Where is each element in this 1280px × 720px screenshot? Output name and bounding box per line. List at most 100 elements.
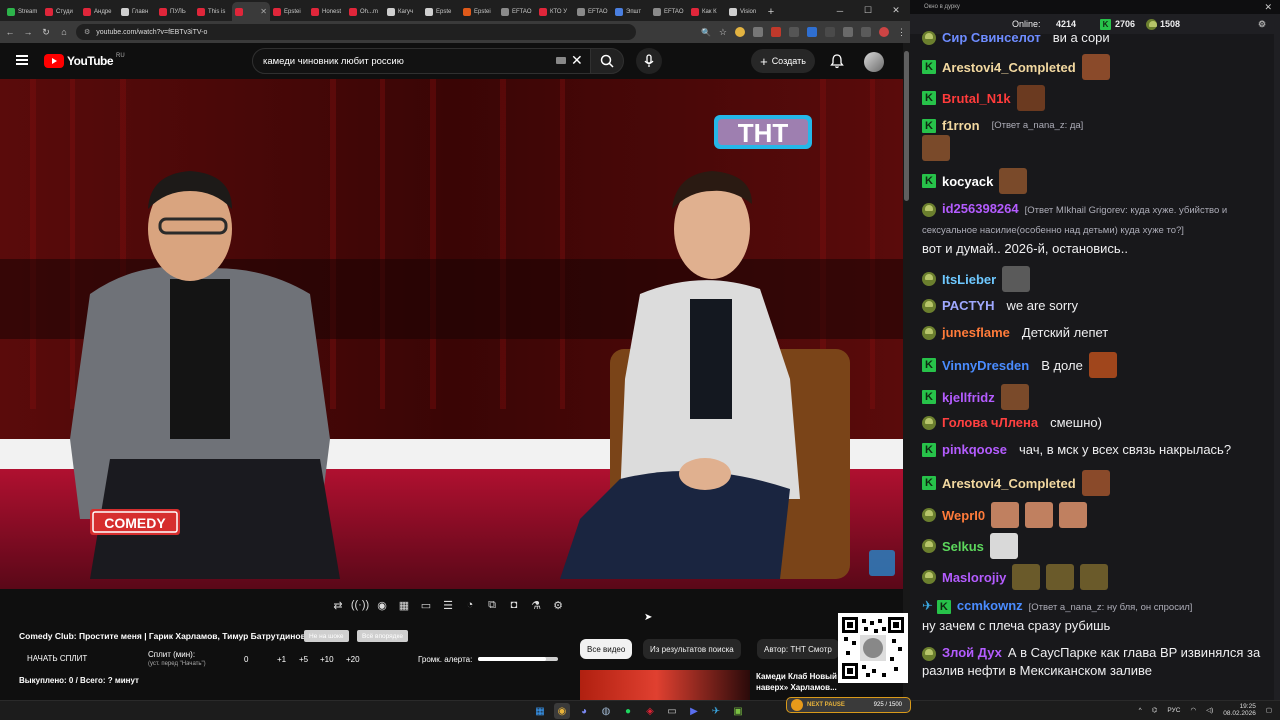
- status-pill-1[interactable]: Не на шоке: [304, 630, 349, 642]
- browser-tab[interactable]: EFTAO: [574, 2, 612, 21]
- browser-tab[interactable]: Как К: [688, 2, 726, 21]
- new-tab-button[interactable]: +: [764, 2, 778, 21]
- tab-close-icon[interactable]: ✕: [260, 7, 267, 16]
- minimize-button[interactable]: ─: [826, 0, 854, 21]
- create-button[interactable]: + Создать: [751, 49, 815, 73]
- notifications-bell-icon[interactable]: [830, 54, 844, 74]
- browser-tab[interactable]: КТО У: [536, 2, 574, 21]
- scrollbar-thumb[interactable]: [904, 51, 909, 201]
- extension-icon-2[interactable]: [753, 27, 763, 37]
- reload-icon[interactable]: ↻: [40, 27, 52, 38]
- youtube-logo[interactable]: YouTube RU: [44, 53, 125, 68]
- back-icon[interactable]: ←: [4, 27, 16, 37]
- notification-icon[interactable]: ▢: [1266, 706, 1272, 714]
- browser-tab[interactable]: Студи: [42, 2, 80, 21]
- clear-search-icon[interactable]: ✕: [571, 52, 583, 69]
- chip-all-videos[interactable]: Все видео: [580, 639, 633, 659]
- hamburger-menu-icon[interactable]: [16, 55, 28, 65]
- zoom-icon[interactable]: 🔍: [701, 28, 711, 37]
- browser-tab[interactable]: ✕: [232, 2, 270, 21]
- chat-username[interactable]: VinnyDresden: [942, 358, 1029, 373]
- resize-icon[interactable]: ▭: [418, 598, 434, 612]
- record-icon[interactable]: ◉: [374, 598, 390, 612]
- search-button[interactable]: [590, 48, 624, 74]
- wifi-icon[interactable]: ◠: [1190, 706, 1196, 714]
- app-icon-8[interactable]: ▶: [686, 703, 702, 719]
- start-split-button[interactable]: НАЧАТЬ СПЛИТ: [27, 654, 87, 663]
- maximize-button[interactable]: ☐: [854, 0, 882, 21]
- chat-username[interactable]: ItsLieber: [942, 272, 996, 287]
- increment-10-button[interactable]: +10: [320, 655, 334, 664]
- site-info-icon[interactable]: ⚙: [84, 28, 90, 36]
- chat-username[interactable]: Сир Свинселот: [942, 30, 1041, 45]
- browser-tab[interactable]: EFTAO: [650, 2, 688, 21]
- bookmark-star-icon[interactable]: ☆: [719, 27, 727, 38]
- url-field[interactable]: ⚙ youtube.com/watch?v=fEBTv3iTV-o: [76, 24, 636, 40]
- increment-1-button[interactable]: +1: [277, 655, 286, 664]
- home-icon[interactable]: ⌂: [58, 27, 70, 37]
- screenshot-icon[interactable]: ◘: [506, 598, 522, 612]
- chat-username[interactable]: Maslorojiy: [942, 570, 1006, 585]
- close-window-button[interactable]: ✕: [882, 0, 910, 21]
- chat-scrollbar[interactable]: [1274, 34, 1280, 700]
- chat-username[interactable]: junesflame: [942, 325, 1010, 340]
- browser-tab[interactable]: Эпшт: [612, 2, 650, 21]
- network-icon[interactable]: ⌬: [1152, 706, 1158, 714]
- browser-tab[interactable]: Honest: [308, 2, 346, 21]
- browser-tab[interactable]: Stream: [4, 2, 42, 21]
- clapper-icon[interactable]: ▦: [396, 598, 412, 612]
- browser-tab[interactable]: Oh...m: [346, 2, 384, 21]
- spotify-icon[interactable]: ●: [620, 703, 636, 719]
- chat-username[interactable]: f1rron: [942, 118, 980, 133]
- app-icon-10[interactable]: ▣: [730, 703, 746, 719]
- extension-icon-3[interactable]: [771, 27, 781, 37]
- chat-settings-icon[interactable]: ⚙: [1258, 19, 1266, 30]
- app-icon-7[interactable]: ▭: [664, 703, 680, 719]
- audio-wave-icon[interactable]: ((·)): [351, 598, 369, 612]
- steam-icon[interactable]: ◍: [598, 703, 614, 719]
- browser-tab[interactable]: Epste: [422, 2, 460, 21]
- chat-username[interactable]: PACTYH: [942, 298, 994, 313]
- chat-username[interactable]: id256398264: [942, 201, 1019, 216]
- download-icon[interactable]: [861, 27, 871, 37]
- chat-username[interactable]: kjellfridz: [942, 390, 995, 405]
- chat-username[interactable]: kocyack: [942, 174, 993, 189]
- forward-icon[interactable]: →: [22, 27, 34, 37]
- voice-search-button[interactable]: [636, 48, 662, 74]
- alert-volume-slider[interactable]: [478, 657, 558, 661]
- settings-gear-icon[interactable]: ⚙: [550, 598, 566, 612]
- chat-username[interactable]: ccmkownz: [957, 598, 1023, 613]
- chat-username[interactable]: Голова чЛлена: [942, 415, 1038, 430]
- tray-chevron-icon[interactable]: ^: [1139, 707, 1142, 714]
- keyboard-icon[interactable]: [556, 57, 566, 64]
- extension-icon-5[interactable]: [807, 27, 817, 37]
- browser-tab[interactable]: Кагуч: [384, 2, 422, 21]
- account-avatar[interactable]: [864, 52, 884, 72]
- chat-username[interactable]: Selkus: [942, 539, 984, 554]
- chat-username[interactable]: pinkqoose: [942, 442, 1007, 457]
- search-input[interactable]: камеди чиновник любит россию: [252, 48, 592, 74]
- browser-tab[interactable]: Epstei: [270, 2, 308, 21]
- browser-tab[interactable]: Vision: [726, 2, 764, 21]
- volume-icon[interactable]: ◁): [1206, 706, 1213, 714]
- flask-icon[interactable]: ⚗: [528, 598, 544, 612]
- profile-icon[interactable]: [879, 27, 889, 37]
- pip-icon[interactable]: ⧉: [484, 598, 500, 612]
- extension-icon-4[interactable]: [789, 27, 799, 37]
- discord-icon[interactable]: ◕: [576, 703, 592, 719]
- page-scrollbar[interactable]: [903, 43, 910, 700]
- chat-close-icon[interactable]: ✕: [1264, 2, 1272, 13]
- split-value[interactable]: 0: [244, 655, 248, 664]
- browser-tab[interactable]: This is: [194, 2, 232, 21]
- browser-tab[interactable]: Epstei: [460, 2, 498, 21]
- speed-icon[interactable]: ◔: [462, 598, 478, 612]
- chat-username[interactable]: WeprI0: [942, 508, 985, 523]
- subtitles-icon[interactable]: ☰: [440, 598, 456, 612]
- browser-tab[interactable]: Главн: [118, 2, 156, 21]
- extension-icon-6[interactable]: [825, 27, 835, 37]
- increment-5-button[interactable]: +5: [299, 655, 308, 664]
- telegram-icon[interactable]: ✈: [708, 703, 724, 719]
- chip-author[interactable]: Автор: ТНТ Смотр: [757, 639, 839, 659]
- chip-from-search[interactable]: Из результатов поиска: [643, 639, 741, 659]
- browser-tab[interactable]: Андре: [80, 2, 118, 21]
